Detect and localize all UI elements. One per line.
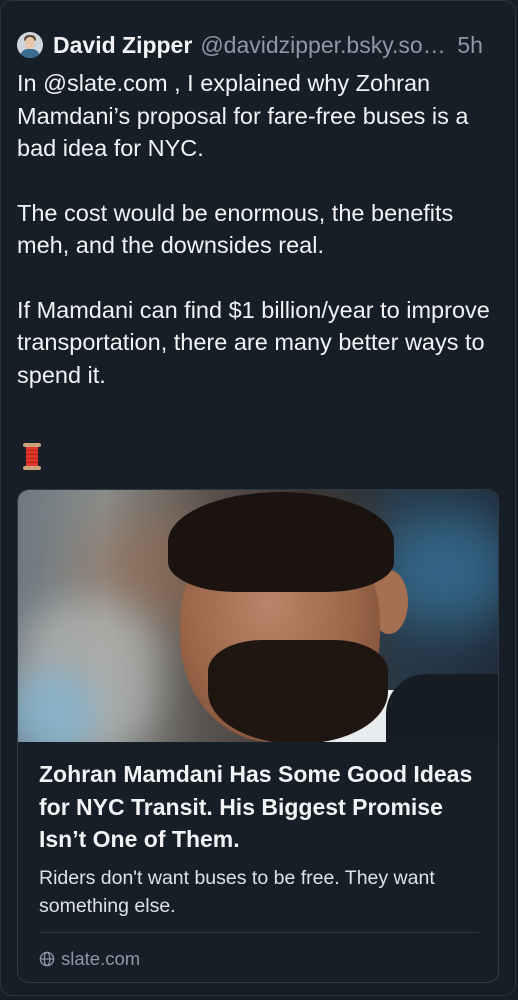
link-preview-domain-text: slate.com: [61, 948, 141, 969]
post-timestamp[interactable]: 5h: [457, 32, 483, 59]
post-paragraph-2: The cost would be enormous, the benefits…: [17, 199, 454, 259]
link-preview-title[interactable]: Zohran Mamdani Has Some Good Ideas for N…: [39, 758, 479, 856]
post-body: In @slate.com , I explained why Zohran M…: [17, 67, 509, 423]
author-display-name[interactable]: David Zipper: [53, 32, 192, 59]
globe-icon: [39, 951, 55, 967]
post-container[interactable]: David Zipper @davidzipper.bsky.social 5h…: [0, 0, 516, 996]
link-preview-card[interactable]: Zohran Mamdani Has Some Good Ideas for N…: [17, 489, 499, 983]
post-paragraph-3: If Mamdani can find $1 billion/year to i…: [17, 296, 490, 388]
author-handle[interactable]: @davidzipper.bsky.social: [200, 32, 452, 59]
spool-of-thread-icon: [23, 441, 41, 471]
post-paragraph-1: In @slate.com , I explained why Zohran M…: [17, 70, 469, 161]
card-divider: [39, 932, 479, 933]
link-preview-description: Riders don't want buses to be free. They…: [39, 867, 435, 917]
link-preview-image[interactable]: [18, 490, 498, 742]
post-header: David Zipper @davidzipper.bsky.social 5h: [17, 29, 503, 61]
author-avatar[interactable]: [17, 32, 43, 58]
link-preview-domain: slate.com: [39, 948, 140, 970]
